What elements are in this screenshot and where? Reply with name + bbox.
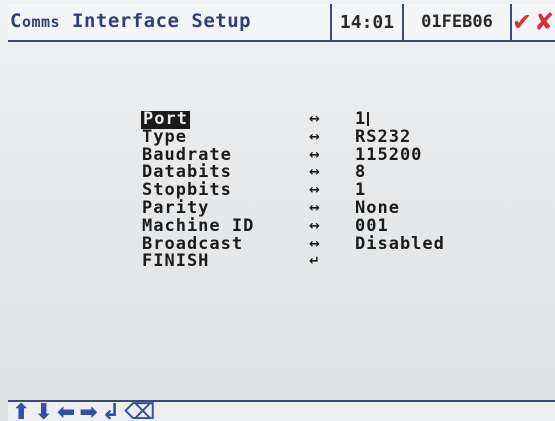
left-arrow-icon[interactable]: ⬅ xyxy=(57,402,75,421)
adjust-arrow-icon: ↔ xyxy=(309,183,320,199)
backspace-icon[interactable]: ⌫ xyxy=(124,402,155,421)
navigation-keys: ⬆ ⬇ ⬅ ➡ ↲ ⌫ xyxy=(12,402,155,421)
right-arrow-icon[interactable]: ➡ xyxy=(79,402,97,421)
title-prefix: C xyxy=(10,10,22,32)
comms-setup-screen: Comms Interface Setup 14:01 01FEB06 ✔ ✘ … xyxy=(0,0,555,421)
enter-icon[interactable]: ↲ xyxy=(102,402,120,421)
menu-value-machine-id[interactable]: 001 xyxy=(355,217,389,236)
down-arrow-icon[interactable]: ⬇ xyxy=(34,402,52,421)
port-value-text: 1 xyxy=(355,109,367,129)
title-rest: Interface Setup xyxy=(60,10,252,32)
cross-icon[interactable]: ✘ xyxy=(534,10,554,34)
menu-value-type[interactable]: RS232 xyxy=(355,128,411,147)
title-small: omms xyxy=(21,13,61,31)
adjust-arrow-icon: ↔ xyxy=(309,200,320,216)
adjust-arrow-icon: ↔ xyxy=(309,147,320,163)
adjust-arrow-icon: ↔ xyxy=(309,218,320,234)
menu-label-machine-id: Machine ID xyxy=(142,215,255,236)
confirm-cancel-group: ✔ ✘ xyxy=(510,4,555,40)
menu-value-broadcast[interactable]: Disabled xyxy=(355,235,445,254)
text-cursor xyxy=(367,112,370,126)
clock-time: 14:01 xyxy=(330,4,402,40)
header-bar: Comms Interface Setup 14:01 01FEB06 ✔ ✘ xyxy=(8,4,555,42)
up-arrow-icon[interactable]: ⬆ xyxy=(12,402,30,421)
clock-date: 01FEB06 xyxy=(402,4,510,40)
adjust-arrow-icon: ↔ xyxy=(309,129,320,145)
page-title: Comms Interface Setup xyxy=(10,10,251,32)
key-bar: ⬆ ⬇ ⬅ ➡ ↲ ⌫ xyxy=(8,400,555,421)
enter-arrow-icon: ↵ xyxy=(309,254,320,270)
menu-label-type: Type xyxy=(142,126,187,147)
check-icon[interactable]: ✔ xyxy=(512,10,532,34)
menu-label-finish: FINISH xyxy=(142,251,210,272)
adjust-arrow-icon: ↔ xyxy=(309,236,320,252)
adjust-arrow-icon: ↔ xyxy=(309,165,320,181)
adjust-arrow-icon: ↔ xyxy=(309,112,320,127)
